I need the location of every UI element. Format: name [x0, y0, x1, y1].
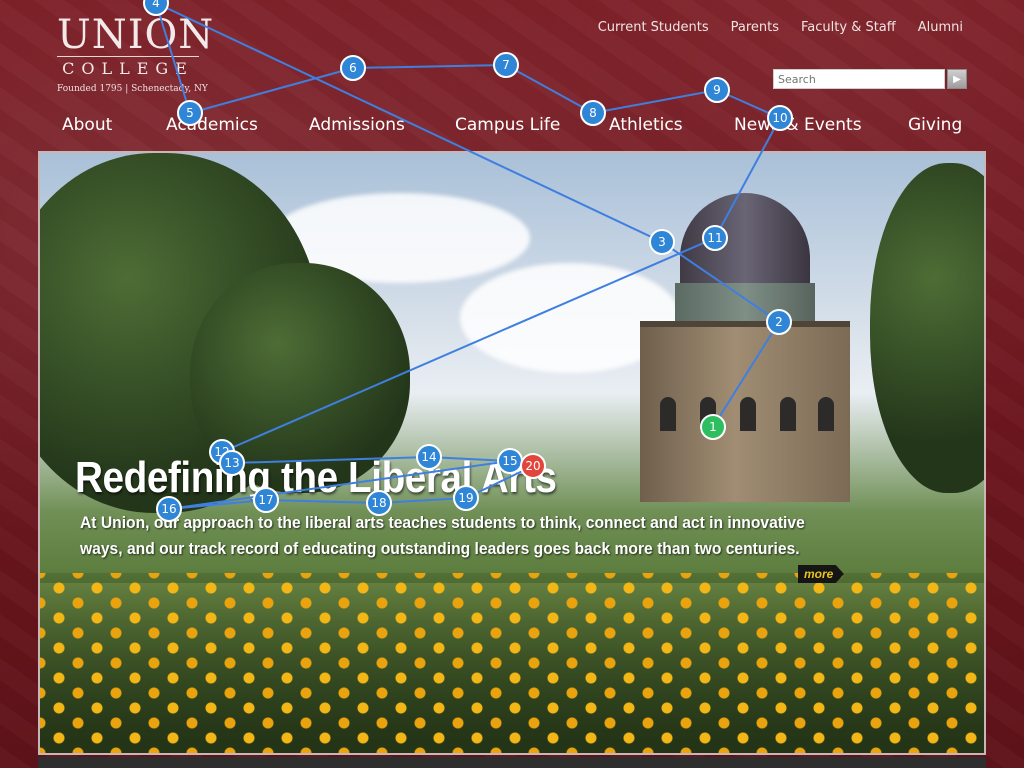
building-dome: [680, 193, 810, 288]
path-marker: 19: [453, 485, 479, 511]
nav-news-events[interactable]: News & Events: [734, 115, 862, 135]
path-marker: 10: [767, 105, 793, 131]
window: [818, 397, 834, 431]
search-submit-button[interactable]: ▶: [947, 69, 967, 89]
more-button[interactable]: more: [798, 565, 844, 583]
union-college-logo[interactable]: UNION COLLEGE Founded 1795 | Schenectady…: [57, 12, 215, 94]
building-drum: [675, 283, 815, 323]
path-marker: 1: [700, 414, 726, 440]
nav-about[interactable]: About: [62, 115, 112, 135]
window: [740, 397, 756, 431]
path-marker: 3: [649, 229, 675, 255]
logo-name: UNION: [57, 12, 215, 58]
path-marker: 20: [520, 453, 546, 479]
search-input[interactable]: [773, 69, 945, 89]
nav-giving[interactable]: Giving: [908, 115, 962, 135]
utility-link-alumni[interactable]: Alumni: [918, 20, 963, 35]
search-bar: ▶: [773, 69, 967, 89]
path-marker: 6: [340, 55, 366, 81]
play-arrow-icon: ▶: [953, 73, 961, 85]
flower-bed: [40, 573, 984, 753]
hero-headline: Redefining the Liberal Arts: [75, 453, 557, 502]
path-marker: 13: [219, 450, 245, 476]
nav-campus-life[interactable]: Campus Life: [455, 115, 560, 135]
utility-nav: Current Students Parents Faculty & Staff…: [598, 20, 963, 35]
path-marker: 17: [253, 487, 279, 513]
utility-link-faculty-staff[interactable]: Faculty & Staff: [801, 20, 896, 35]
path-marker: 16: [156, 496, 182, 522]
utility-link-parents[interactable]: Parents: [731, 20, 779, 35]
utility-link-current-students[interactable]: Current Students: [598, 20, 709, 35]
path-marker: 5: [177, 100, 203, 126]
path-marker: 14: [416, 444, 442, 470]
path-marker: 2: [766, 309, 792, 335]
logo-subname: COLLEGE: [62, 59, 194, 78]
path-marker: 15: [497, 448, 523, 474]
path-marker: 18: [366, 490, 392, 516]
window: [660, 397, 676, 431]
tree: [870, 163, 984, 493]
nav-athletics[interactable]: Athletics: [609, 115, 683, 135]
main-nav: About Academics Admissions Campus Life A…: [0, 115, 1024, 137]
path-marker: 7: [493, 52, 519, 78]
window: [780, 397, 796, 431]
bottom-tab-strip: [38, 757, 986, 768]
hero-body-text: At Union, our approach to the liberal ar…: [80, 513, 805, 558]
nav-admissions[interactable]: Admissions: [309, 115, 405, 135]
logo-founded-text: Founded 1795 | Schenectady, NY: [57, 84, 208, 94]
building-rotunda: [640, 321, 850, 502]
path-marker: 9: [704, 77, 730, 103]
path-marker: 11: [702, 225, 728, 251]
path-marker: 8: [580, 100, 606, 126]
